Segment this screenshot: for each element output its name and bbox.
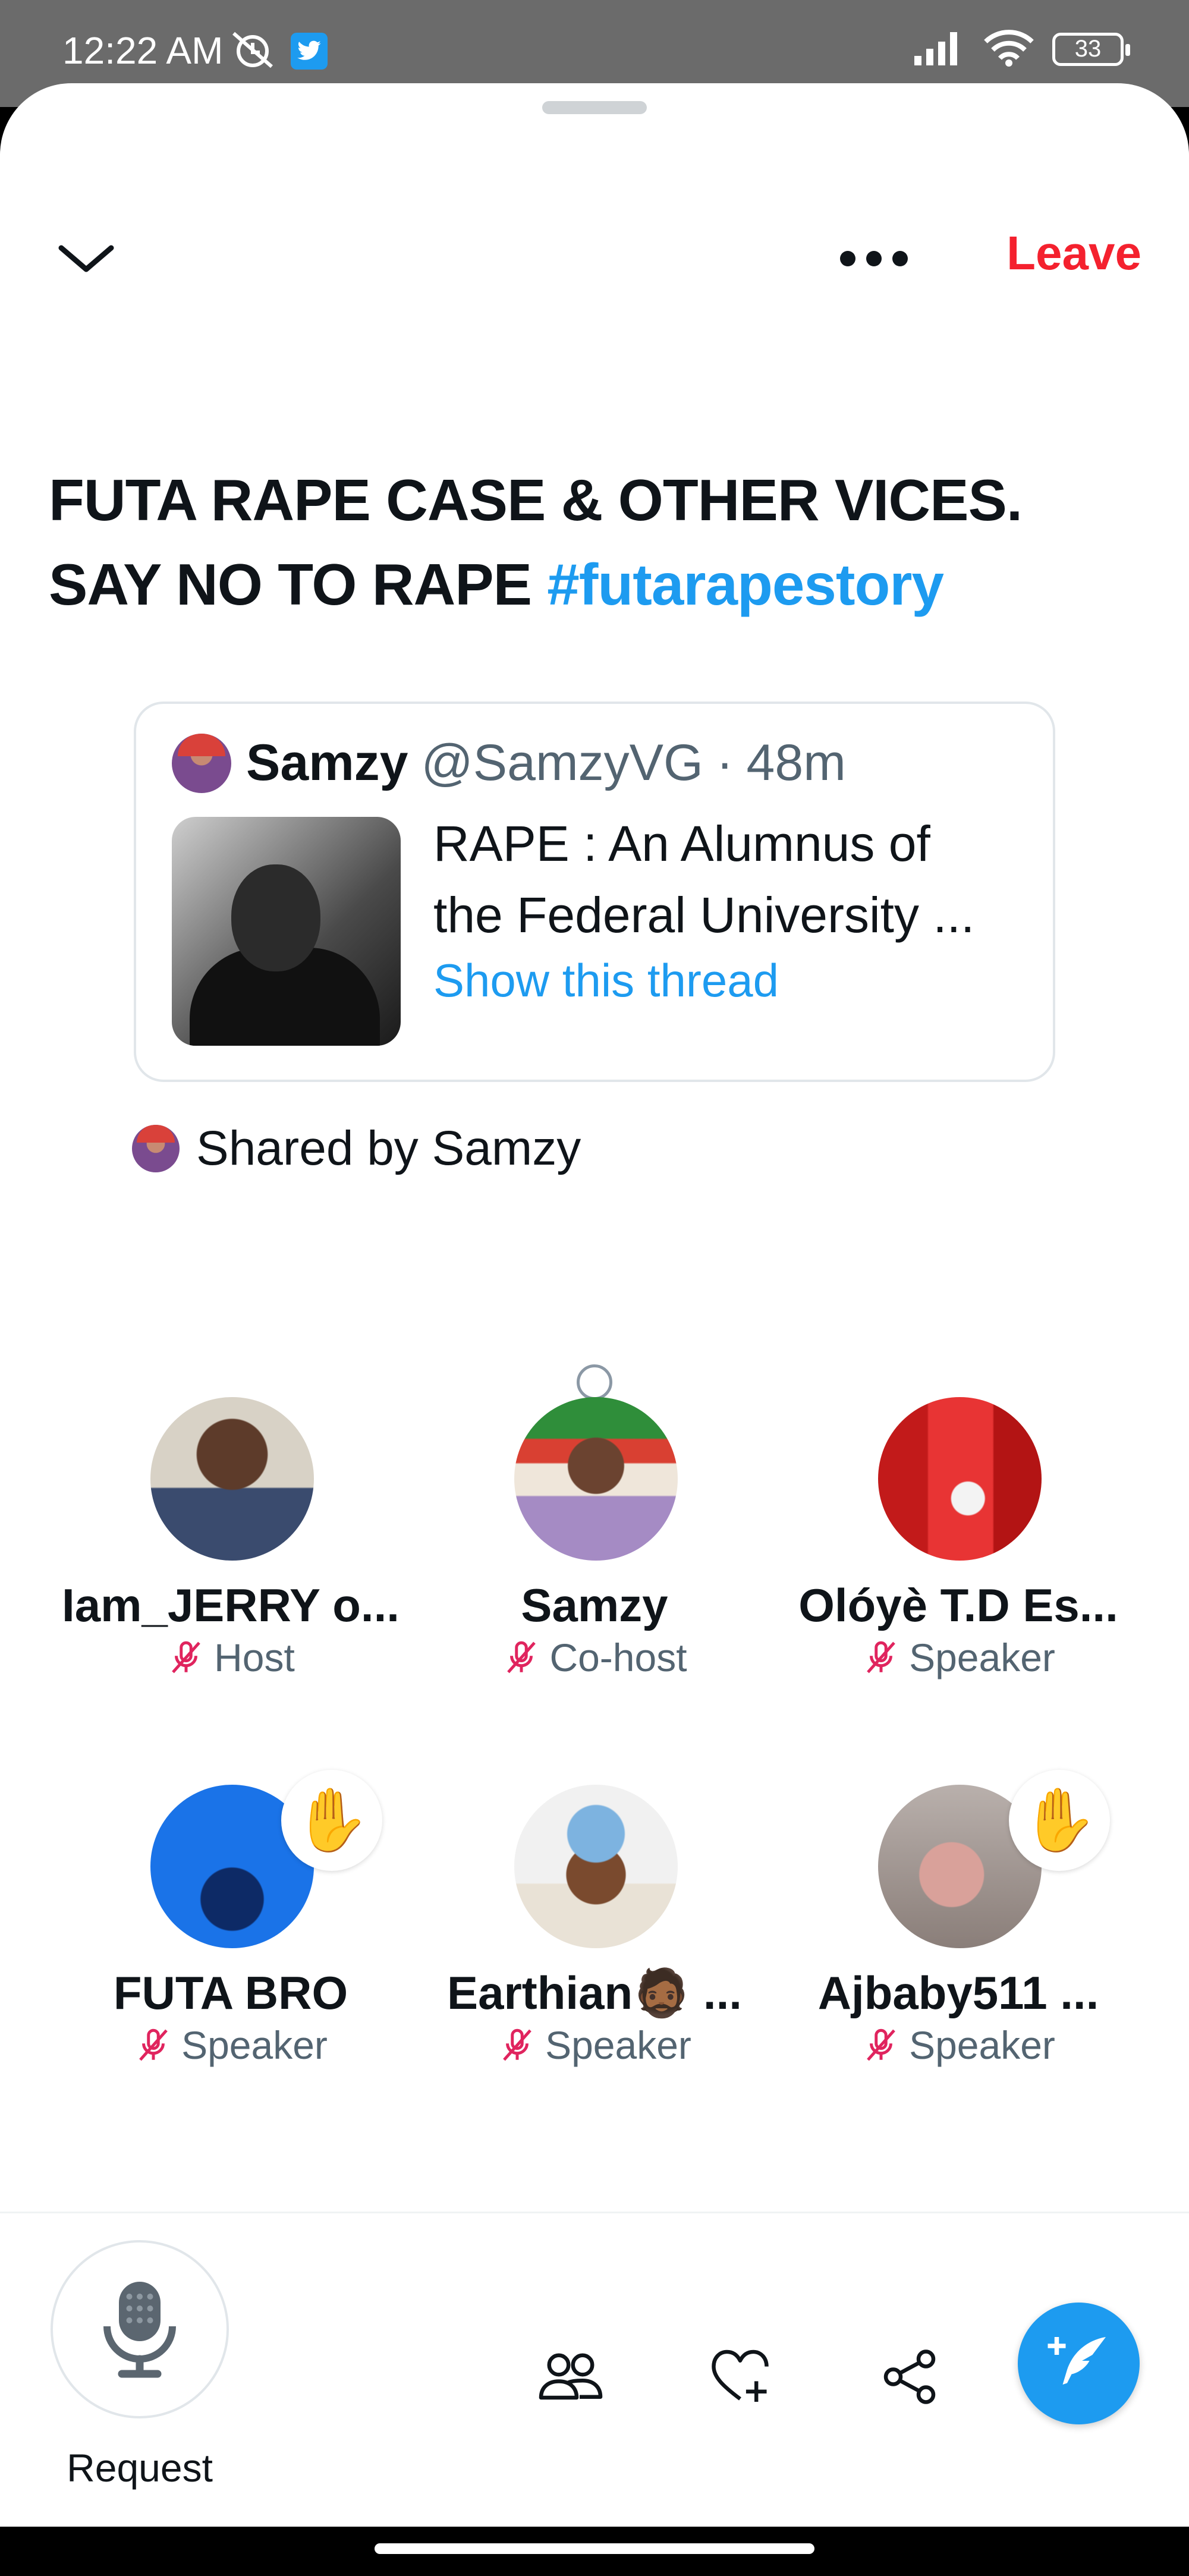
space-sheet: Leave FUTA RAPE CASE & OTHER VICES. SAY … [0, 83, 1189, 2527]
heart-plus-icon [712, 2349, 769, 2402]
leave-button[interactable]: Leave [1006, 226, 1141, 281]
author-avatar[interactable] [172, 734, 231, 793]
home-indicator[interactable] [375, 2543, 814, 2554]
tweet-time: 48m [746, 734, 846, 791]
tweet-text: RAPE : An Alumnus of the Federal Univers… [433, 816, 975, 943]
twitter-notification-icon [291, 32, 328, 70]
participant-avatar[interactable] [878, 1397, 1042, 1561]
shared-tweet-card[interactable]: Samzy @SamzyVG · 48m RAPE : An Alumnus o… [134, 702, 1055, 1082]
alarm-off-icon [229, 29, 276, 73]
mic-off-icon [867, 2028, 895, 2061]
system-nav-area [0, 2527, 1189, 2576]
author-handle: @SamzyVG [421, 734, 703, 791]
participant-avatar[interactable] [514, 1397, 678, 1561]
participant-card[interactable]: ✋ Ajbaby511 ... Speaker [780, 1770, 1137, 2141]
participant-avatar[interactable] [514, 1785, 678, 1948]
react-button[interactable] [704, 2341, 776, 2413]
mic-off-icon [139, 2028, 168, 2061]
meta-separator: · [716, 734, 734, 791]
feather-compose-icon [1048, 2336, 1106, 2385]
share-icon [883, 2349, 936, 2404]
participant-role: Speaker [545, 2023, 691, 2067]
author-name: Samzy [246, 734, 408, 791]
tweet-thumbnail[interactable] [172, 817, 401, 1046]
wifi-icon [982, 29, 1036, 70]
signal-icon [912, 30, 965, 68]
share-button[interactable] [874, 2341, 945, 2413]
battery-indicator: 33 [1052, 32, 1130, 66]
mic-off-icon [503, 2028, 531, 2061]
participant-role: Speaker [181, 2023, 328, 2067]
participant-name: FUTA BRO [113, 1967, 348, 2019]
participant-name: Samzy [521, 1579, 668, 1631]
space-title: FUTA RAPE CASE & OTHER VICES. SAY NO TO … [49, 458, 1143, 627]
participant-role: Co-host [549, 1635, 687, 1679]
participant-name: Ajbaby511 ... [817, 1967, 1099, 2019]
chevron-down-icon [58, 245, 114, 272]
raised-hand-icon: ✋ [281, 1770, 382, 1871]
participant-card[interactable]: Iam_JERRY o... Host [52, 1397, 409, 1754]
raised-hand-icon: ✋ [1009, 1770, 1110, 1871]
request-label: Request [67, 2446, 213, 2490]
participant-card[interactable]: Olóyè T.D Es... Speaker [780, 1397, 1137, 1754]
participant-name: Iam_JERRY o... [62, 1579, 400, 1631]
compose-tweet-button[interactable] [1018, 2303, 1140, 2424]
participant-card[interactable]: Earthian🧔🏾 ... Speaker [416, 1785, 773, 2141]
mic-off-icon [172, 1641, 200, 1674]
hashtag-link[interactable]: #futarapestory [547, 552, 944, 617]
shared-by: Shared by Samzy [132, 1121, 581, 1177]
show-thread-link[interactable]: Show this thread [433, 954, 779, 1008]
participant-role: Host [214, 1635, 295, 1679]
sheet-grabber[interactable] [542, 101, 647, 114]
request-mic-button[interactable] [51, 2240, 229, 2418]
minimize-button[interactable] [54, 226, 119, 291]
bottom-toolbar: Request [0, 2212, 1189, 2527]
participants-button[interactable] [535, 2341, 606, 2413]
sharer-avatar [132, 1125, 180, 1172]
mic-off-icon [867, 1641, 895, 1674]
shared-by-label: Shared by Samzy [196, 1121, 581, 1175]
mic-off-icon [507, 1641, 536, 1674]
participant-avatar[interactable] [150, 1397, 314, 1561]
participant-role: Speaker [909, 2023, 1055, 2067]
participant-card[interactable]: Samzy Co-host [416, 1397, 773, 1754]
more-options-button[interactable] [832, 232, 916, 285]
participant-card[interactable]: ✋ FUTA BRO Speaker [52, 1770, 409, 2141]
participant-name: Olóyè T.D Es... [798, 1579, 1118, 1631]
participant-role: Speaker [909, 1635, 1055, 1679]
loading-indicator [577, 1364, 612, 1400]
status-time: 12:22 AM [62, 29, 224, 72]
participant-name: Earthian🧔🏾 ... [447, 1967, 742, 2019]
more-icon [840, 251, 855, 266]
people-icon [539, 2353, 603, 2400]
microphone-icon [103, 2282, 176, 2378]
